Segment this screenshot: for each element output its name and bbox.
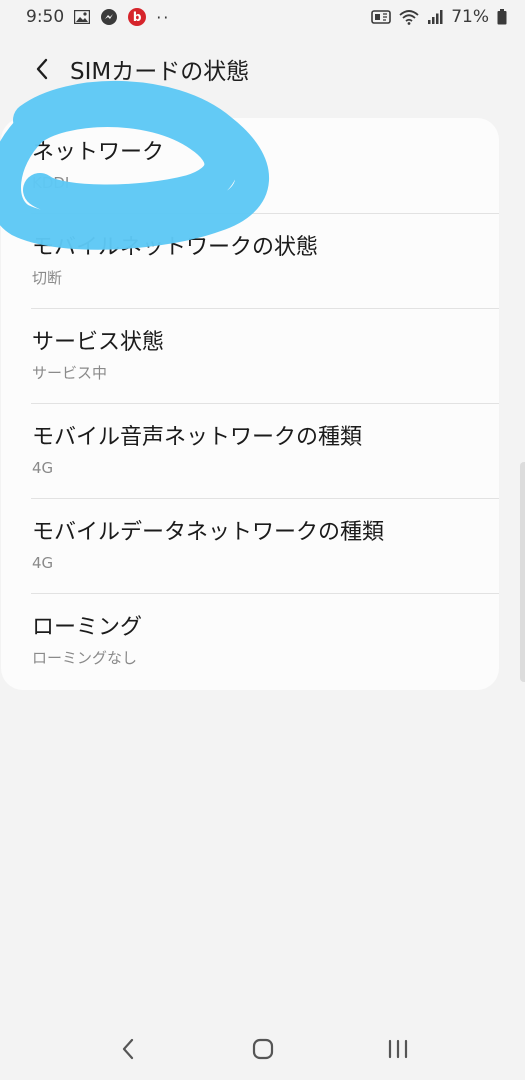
nfc-icon bbox=[371, 9, 392, 25]
nav-back-button[interactable] bbox=[98, 1027, 158, 1071]
nav-recents-icon bbox=[388, 1039, 407, 1059]
more-dots-icon: ·· bbox=[156, 7, 171, 27]
item-subtitle: 4G bbox=[32, 554, 54, 572]
item-title: モバイルデータネットワークの種類 bbox=[32, 520, 385, 545]
beats-icon: b bbox=[128, 8, 147, 26]
list-item-voice-network-type[interactable]: モバイル音声ネットワークの種類 4G bbox=[1, 403, 499, 498]
app-header: SIMカードの状態 bbox=[0, 40, 525, 98]
messenger-icon bbox=[100, 8, 118, 26]
battery-icon bbox=[497, 9, 507, 25]
list-item-mobile-network-state[interactable]: モバイルネットワークの状態 切断 bbox=[1, 213, 499, 308]
item-title: ローミング bbox=[32, 615, 143, 640]
back-arrow-icon bbox=[36, 58, 48, 80]
list-item-roaming[interactable]: ローミング ローミングなし bbox=[1, 593, 499, 688]
nav-home-icon bbox=[252, 1038, 273, 1060]
item-title: モバイル音声ネットワークの種類 bbox=[32, 425, 363, 450]
status-right: 71% bbox=[371, 7, 507, 27]
item-title: サービス状態 bbox=[32, 330, 165, 355]
list-item-service-state[interactable]: サービス状態 サービス中 bbox=[1, 308, 499, 403]
nav-back-icon bbox=[122, 1038, 133, 1060]
item-subtitle: ローミングなし bbox=[32, 649, 138, 667]
list-item-network[interactable]: ネットワーク KDDI bbox=[1, 118, 499, 213]
item-subtitle: サービス中 bbox=[32, 364, 108, 382]
list-item-data-network-type[interactable]: モバイルデータネットワークの種類 4G bbox=[1, 498, 499, 593]
page-title: SIMカードの状態 bbox=[70, 59, 250, 85]
item-title: モバイルネットワークの状態 bbox=[32, 235, 319, 260]
status-time: 9:50 bbox=[26, 7, 65, 27]
navigation-bar bbox=[0, 1018, 525, 1080]
item-subtitle: 4G bbox=[32, 459, 54, 477]
item-title: ネットワーク bbox=[32, 140, 165, 165]
item-subtitle: KDDI bbox=[32, 174, 70, 192]
screen: 9:50 b ·· 71% SIMカードの状態 ネットワーク KDDI モバイル… bbox=[0, 0, 525, 1080]
signal-icon bbox=[427, 9, 443, 25]
nav-home-button[interactable] bbox=[233, 1027, 293, 1071]
status-bar: 9:50 b ·· 71% bbox=[0, 0, 525, 34]
nav-recents-button[interactable] bbox=[368, 1027, 428, 1071]
scroll-indicator[interactable] bbox=[520, 462, 525, 682]
sim-status-card: ネットワーク KDDI モバイルネットワークの状態 切断 サービス状態 サービス… bbox=[1, 118, 499, 690]
gallery-icon bbox=[74, 10, 91, 24]
battery-percent: 71% bbox=[451, 7, 489, 27]
wifi-icon bbox=[399, 9, 419, 25]
item-subtitle: 切断 bbox=[32, 269, 63, 287]
back-button[interactable] bbox=[28, 49, 56, 89]
status-left: 9:50 b ·· bbox=[26, 7, 170, 27]
